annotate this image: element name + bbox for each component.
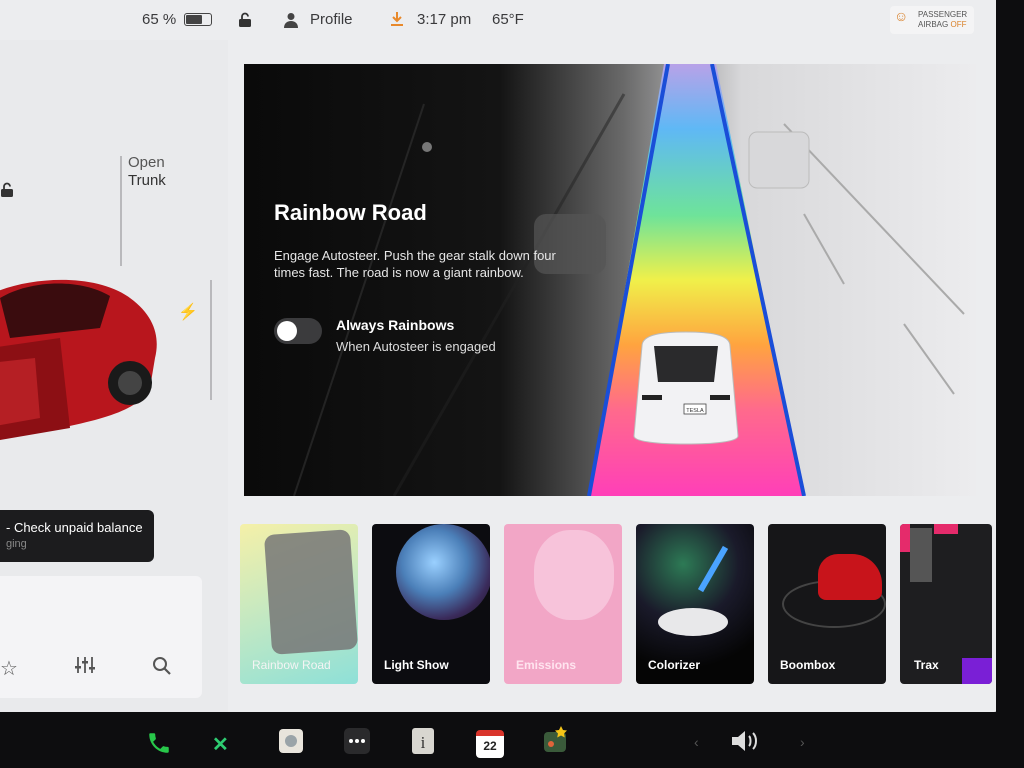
ego-car: TESLA [633,331,739,445]
open-trunk-line1: Open [128,154,165,171]
arcade-icon[interactable] [542,726,570,760]
open-trunk-line2: Trunk [128,172,166,189]
battery-status: 65 % [142,11,213,28]
clock: 3:17 pm [417,11,472,28]
airbag-state: OFF [950,20,967,29]
battery-percent: 65 % [142,11,177,28]
rainbow-road-feature: TESLA Rainbow Road Engage Autosteer. Pus… [244,64,976,496]
tile-trax[interactable]: Trax [900,524,992,684]
touchscreen: 65 % Profile 3:17 pm 65°F ☺ PASSENGER AI… [0,0,1000,712]
always-rainbows-label: Always Rainbows [336,317,455,333]
star-icon[interactable]: ☆ [0,656,18,681]
bolt-icon[interactable]: ⚡ [178,302,198,322]
calendar-icon[interactable]: 22 [476,730,504,758]
tile-emissions[interactable]: Emissions [504,524,622,684]
volume-up-chevron-icon[interactable]: › [800,734,805,750]
frunk-lock-icon[interactable] [0,182,14,203]
volume-icon[interactable] [730,728,760,760]
car-art [818,554,882,600]
quick-controls: ☆ [0,650,200,690]
lock-icon[interactable] [238,12,252,28]
tile-label: Light Show [384,658,449,672]
volume-down-chevron-icon[interactable]: ‹ [694,734,699,750]
cushion-art [534,530,614,620]
vehicle-panel: Open Trunk ⚡ - Check unpaid balance ging… [0,40,228,712]
outside-temperature: 65°F [492,11,524,28]
feature-description: Engage Autosteer. Push the gear stalk do… [274,248,556,280]
car-model-image [0,279,157,440]
svg-text:TESLA: TESLA [686,408,704,414]
airbag-icon: ☺ [894,8,909,24]
feature-title: Rainbow Road [274,200,427,225]
phone-icon[interactable] [146,730,172,762]
charge-divider [210,280,212,400]
toybox-tiles: Rainbow Road Light Show Emissions Colori… [240,524,1000,686]
tile-art [263,529,358,655]
unpaid-balance-notice[interactable]: - Check unpaid balance ging [0,510,154,562]
tile-label: Emissions [516,658,577,672]
calendar-day: 22 [483,739,497,753]
toybox-icon[interactable] [278,728,304,760]
profile-button[interactable]: Profile [284,11,353,28]
status-bar: 65 % Profile 3:17 pm 65°F ☺ PASSENGER AI… [0,0,1000,40]
trunk-divider [120,156,122,266]
shuffle-icon[interactable]: ✕ [212,732,229,757]
disco-ball-art [396,524,490,620]
always-rainbows-toggle[interactable] [274,318,322,344]
track-bar-art [962,658,992,684]
open-trunk-button[interactable]: Open Trunk [128,154,166,190]
always-rainbows-subtitle: When Autosteer is engaged [336,339,496,354]
notice-title: - Check unpaid balance [6,520,143,535]
airbag-line2: AIRBAG [918,20,949,29]
car-art [658,608,728,636]
tile-label: Colorizer [648,658,701,672]
screen-bezel [996,0,1024,768]
tile-label: Boombox [780,658,836,672]
passenger-airbag-indicator: ☺ PASSENGER AIRBAG OFF [890,6,974,34]
battery-icon [184,13,213,26]
svg-text:i: i [421,733,426,752]
tile-label: Trax [914,658,939,672]
more-icon[interactable] [344,728,370,760]
profile-label: Profile [310,11,353,28]
sliders-icon[interactable] [74,656,96,679]
track-bar-art [910,528,932,582]
toggle-knob [277,321,297,341]
tile-colorizer[interactable]: Colorizer [636,524,754,684]
notice-subtitle: ging [6,538,27,550]
download-icon[interactable] [390,11,404,27]
tile-rainbow-road[interactable]: Rainbow Road [240,524,358,684]
track-bar-art [934,524,958,534]
tile-boombox[interactable]: Boombox [768,524,886,684]
airbag-line1: PASSENGER [918,10,968,19]
tile-label: Rainbow Road [252,658,331,672]
dropper-icon [697,545,729,593]
tile-light-show[interactable]: Light Show [372,524,490,684]
search-icon[interactable] [152,656,172,682]
track-bar-art [900,524,910,552]
manual-icon[interactable]: i [410,728,436,760]
person-icon [284,12,298,28]
